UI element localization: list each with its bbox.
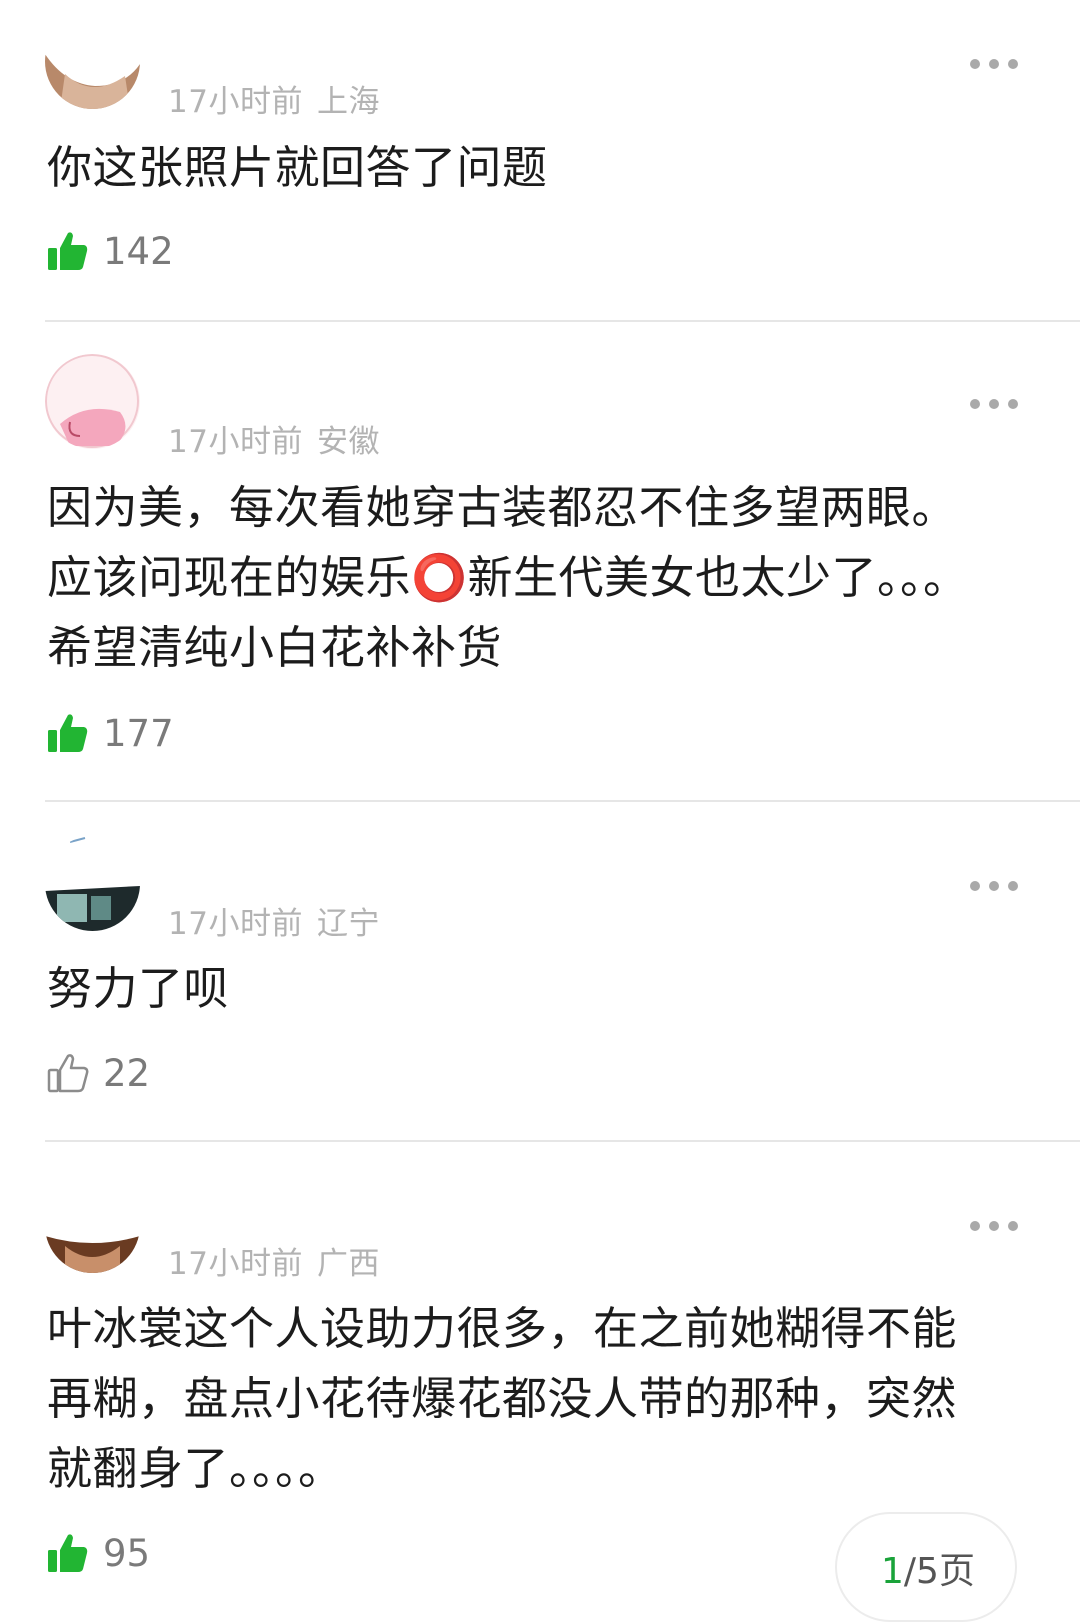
like-count: 22 <box>103 1051 151 1095</box>
avatar[interactable] <box>45 14 140 109</box>
page-indicator-button[interactable]: 1/5页 <box>835 1512 1017 1622</box>
like-button[interactable]: 142 <box>47 226 174 276</box>
more-dots-icon <box>970 59 980 69</box>
like-count: 177 <box>103 711 174 755</box>
like-button[interactable]: 22 <box>47 1048 150 1098</box>
more-dots-icon <box>970 399 980 409</box>
comment-location: 上海 <box>316 84 380 120</box>
like-button[interactable]: 95 <box>47 1528 150 1578</box>
comment-location: 安徽 <box>316 424 380 460</box>
divider <box>45 1140 1080 1142</box>
more-options-button[interactable] <box>970 394 1018 414</box>
more-options-button[interactable] <box>970 1216 1018 1236</box>
comment-meta: 17小时前 辽宁 <box>168 898 380 943</box>
avatar[interactable] <box>45 836 140 931</box>
comment-text-line: 你这张照片就回答了问题 <box>47 141 548 194</box>
comment-meta: 17小时前 安徽 <box>168 416 380 461</box>
divider <box>45 800 1080 802</box>
more-options-button[interactable] <box>970 876 1018 896</box>
thumbs-up-filled-icon <box>48 714 88 752</box>
more-dots-icon <box>970 881 980 891</box>
comment-text-line: 应该问现在的娱乐⭕新生代美女也太少了。。。 <box>47 551 969 604</box>
comment-text-line: 再糊，盘点小花待爆花都没人带的那种，突然 <box>47 1372 958 1425</box>
like-button[interactable]: 177 <box>47 708 174 758</box>
comment-text: 努力了呗 <box>47 954 1010 1024</box>
comment-time: 17小时前 <box>168 906 303 942</box>
comment-location: 辽宁 <box>316 906 380 942</box>
comment-time: 17小时前 <box>168 1246 303 1282</box>
more-options-button[interactable] <box>970 54 1018 74</box>
page-indicator: 1/5页 <box>881 1542 975 1594</box>
comment-location: 广西 <box>316 1246 380 1282</box>
comment-text-line: 努力了呗 <box>47 962 230 1015</box>
more-dots-icon <box>970 1221 980 1231</box>
total-pages: /5页 <box>903 1551 975 1592</box>
comment-text-line: 因为美，每次看她穿古装都忍不住多望两眼。 <box>47 481 958 534</box>
comment-time: 17小时前 <box>168 84 303 120</box>
thumbs-up-outline-icon <box>47 1054 89 1093</box>
current-page: 1 <box>881 1551 904 1592</box>
like-count: 142 <box>103 229 174 273</box>
comment-text: 你这张照片就回答了问题 <box>47 133 1010 203</box>
avatar[interactable] <box>45 354 140 449</box>
comment-text: 因为美，每次看她穿古装都忍不住多望两眼。 应该问现在的娱乐⭕新生代美女也太少了。… <box>47 473 1050 683</box>
comment-meta: 17小时前 广西 <box>168 1238 380 1283</box>
divider <box>45 320 1080 322</box>
like-count: 95 <box>103 1531 151 1575</box>
comment-text-line: 希望清纯小白花补补货 <box>47 621 503 674</box>
comment-text: 叶冰裳这个人设助力很多，在之前她糊得不能 再糊，盘点小花待爆花都没人带的那种，突… <box>47 1294 1010 1504</box>
comment-meta: 17小时前 上海 <box>168 76 380 121</box>
thumbs-up-filled-icon <box>48 232 88 270</box>
thumbs-up-filled-icon <box>48 1534 88 1572</box>
comment-text-line: 叶冰裳这个人设助力很多，在之前她糊得不能 <box>47 1302 958 1355</box>
comment-time: 17小时前 <box>168 424 303 460</box>
avatar[interactable] <box>45 1178 140 1273</box>
comment-text-line: 就翻身了。。。。 <box>47 1442 344 1495</box>
